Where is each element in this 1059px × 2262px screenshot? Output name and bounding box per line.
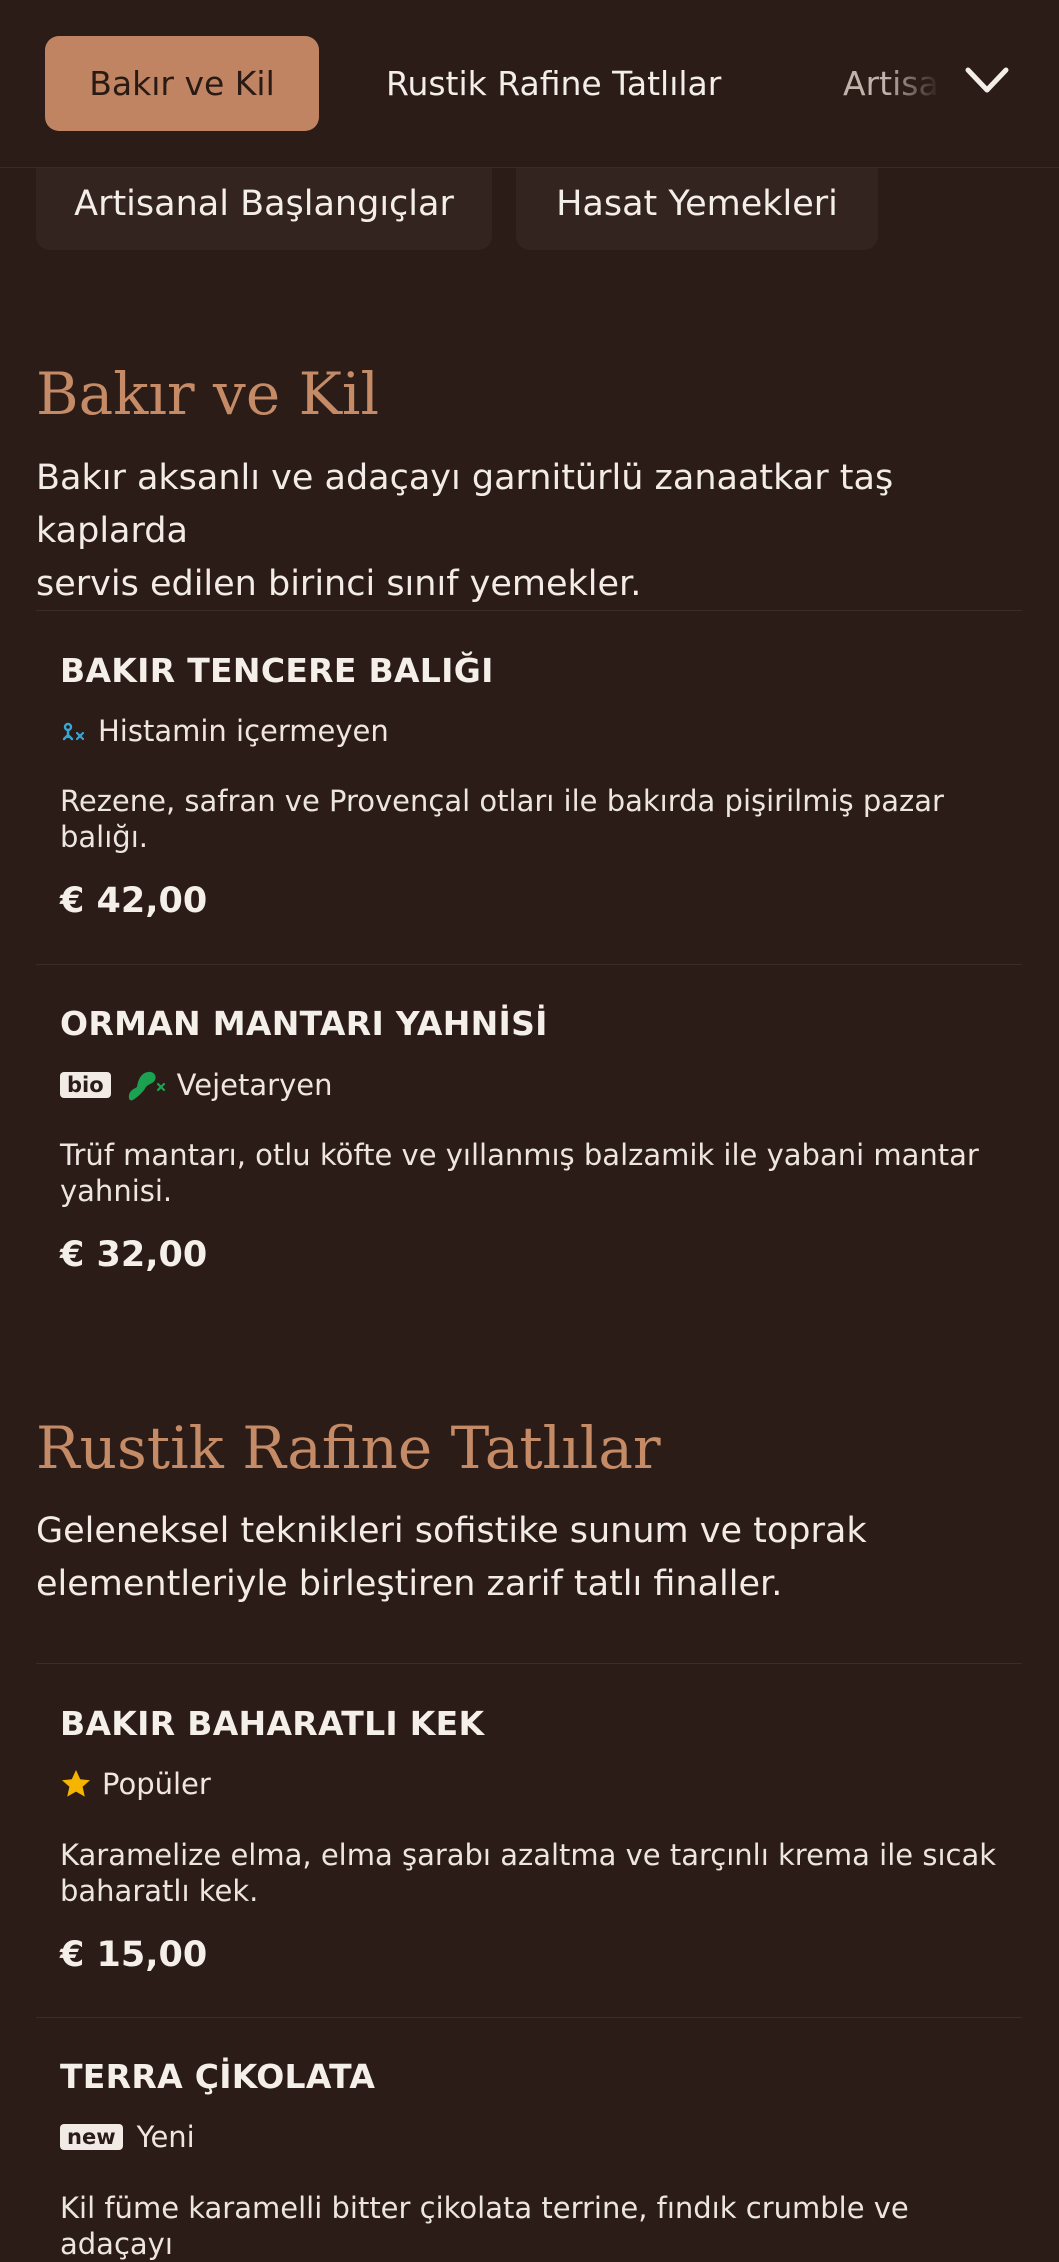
- section-title: Bakır ve Kil: [36, 360, 380, 428]
- menu-item-description-line: Rezene, safran ve Provençal otları ile b…: [60, 784, 944, 818]
- menu-item-tags: bio Vejetaryen: [60, 1067, 332, 1103]
- section-description: Geleneksel teknikleri sofistike sunum ve…: [36, 1505, 1026, 1611]
- menu-item-description: Kil füme karamelli bitter çikolata terri…: [60, 2190, 1000, 2262]
- section-description-line: Bakır aksanlı ve adaçayı garnitürlü zana…: [36, 458, 894, 551]
- menu-item-description-line: Trüf mantarı, otlu köfte ve yıllanmış ba…: [60, 1138, 979, 1172]
- section-title: Rustik Rafine Tatlılar: [36, 1414, 661, 1482]
- menu-item-price: € 15,00: [60, 1935, 208, 1975]
- divider: [36, 964, 1022, 965]
- section-description-line: elementleriyle birleştiren zarif tatlı f…: [36, 1564, 783, 1604]
- menu-item-price: € 32,00: [60, 1235, 208, 1275]
- menu-item-description-line: yahnisi.: [60, 1174, 173, 1208]
- histamine-free-icon: [62, 722, 85, 741]
- menu-item-name[interactable]: BAKIR BAHARATLI KEK: [60, 1704, 484, 1743]
- tab-rustik-rafine-tatlilar[interactable]: Rustik Rafine Tatlılar: [386, 36, 721, 131]
- menu-item-tag: Vejetaryen: [176, 1068, 333, 1102]
- category-nav: Bakır ve Kil Rustik Rafine Tatlılar Arti…: [0, 0, 1059, 168]
- divider: [36, 1663, 1022, 1664]
- category-pill-hasat-yemekleri[interactable]: Hasat Yemekleri: [516, 158, 878, 250]
- category-pill-artisanal-baslangiclar[interactable]: Artisanal Başlangıçlar: [36, 158, 492, 250]
- tab-artisanal-baslangiclar[interactable]: Artisanal Başlangıçlar: [843, 36, 940, 131]
- menu-item-tags: Histamin içermeyen: [60, 713, 389, 749]
- tab-bakir-ve-kil[interactable]: Bakır ve Kil: [45, 36, 319, 131]
- bio-badge: bio: [60, 1072, 111, 1098]
- menu-item-name[interactable]: ORMAN MANTARI YAHNİSİ: [60, 1004, 548, 1043]
- section-description-line: Geleneksel teknikleri sofistike sunum ve…: [36, 1511, 867, 1551]
- new-badge: new: [60, 2124, 123, 2150]
- menu-item-tags: Popüler: [60, 1766, 211, 1802]
- menu-item-tag: Popüler: [102, 1767, 211, 1801]
- menu-item-price: € 42,00: [60, 881, 208, 921]
- divider: [36, 610, 1022, 611]
- star-icon: [62, 1770, 90, 1797]
- menu-item-name[interactable]: TERRA ÇİKOLATA: [60, 2057, 375, 2096]
- menu-item-description-line: balığı.: [60, 820, 148, 854]
- menu-item-description: Rezene, safran ve Provençal otları ile b…: [60, 783, 1000, 855]
- section-description: Bakır aksanlı ve adaçayı garnitürlü zana…: [36, 452, 1026, 611]
- menu-item-description-line: baharatlı kek.: [60, 1874, 259, 1908]
- menu-item-description-line: Karamelize elma, elma şarabı azaltma ve …: [60, 1838, 997, 1872]
- divider: [36, 2017, 1022, 2018]
- menu-item-tag: Yeni: [136, 2120, 195, 2154]
- menu-item-name[interactable]: BAKIR TENCERE BALIĞI: [60, 651, 494, 690]
- menu-item-tags: new Yeni: [60, 2119, 195, 2155]
- chevron-down-icon[interactable]: [962, 60, 1012, 102]
- menu-item-tag: Histamin içermeyen: [98, 714, 389, 748]
- menu-item-description-line: Kil füme karamelli bitter çikolata terri…: [60, 2191, 909, 2261]
- section-description-line: servis edilen birinci sınıf yemekler.: [36, 564, 642, 604]
- menu-item-description: Karamelize elma, elma şarabı azaltma ve …: [60, 1837, 1000, 1909]
- menu-item-description: Trüf mantarı, otlu köfte ve yıllanmış ba…: [60, 1137, 1000, 1209]
- vegetarian-icon: [128, 1071, 165, 1101]
